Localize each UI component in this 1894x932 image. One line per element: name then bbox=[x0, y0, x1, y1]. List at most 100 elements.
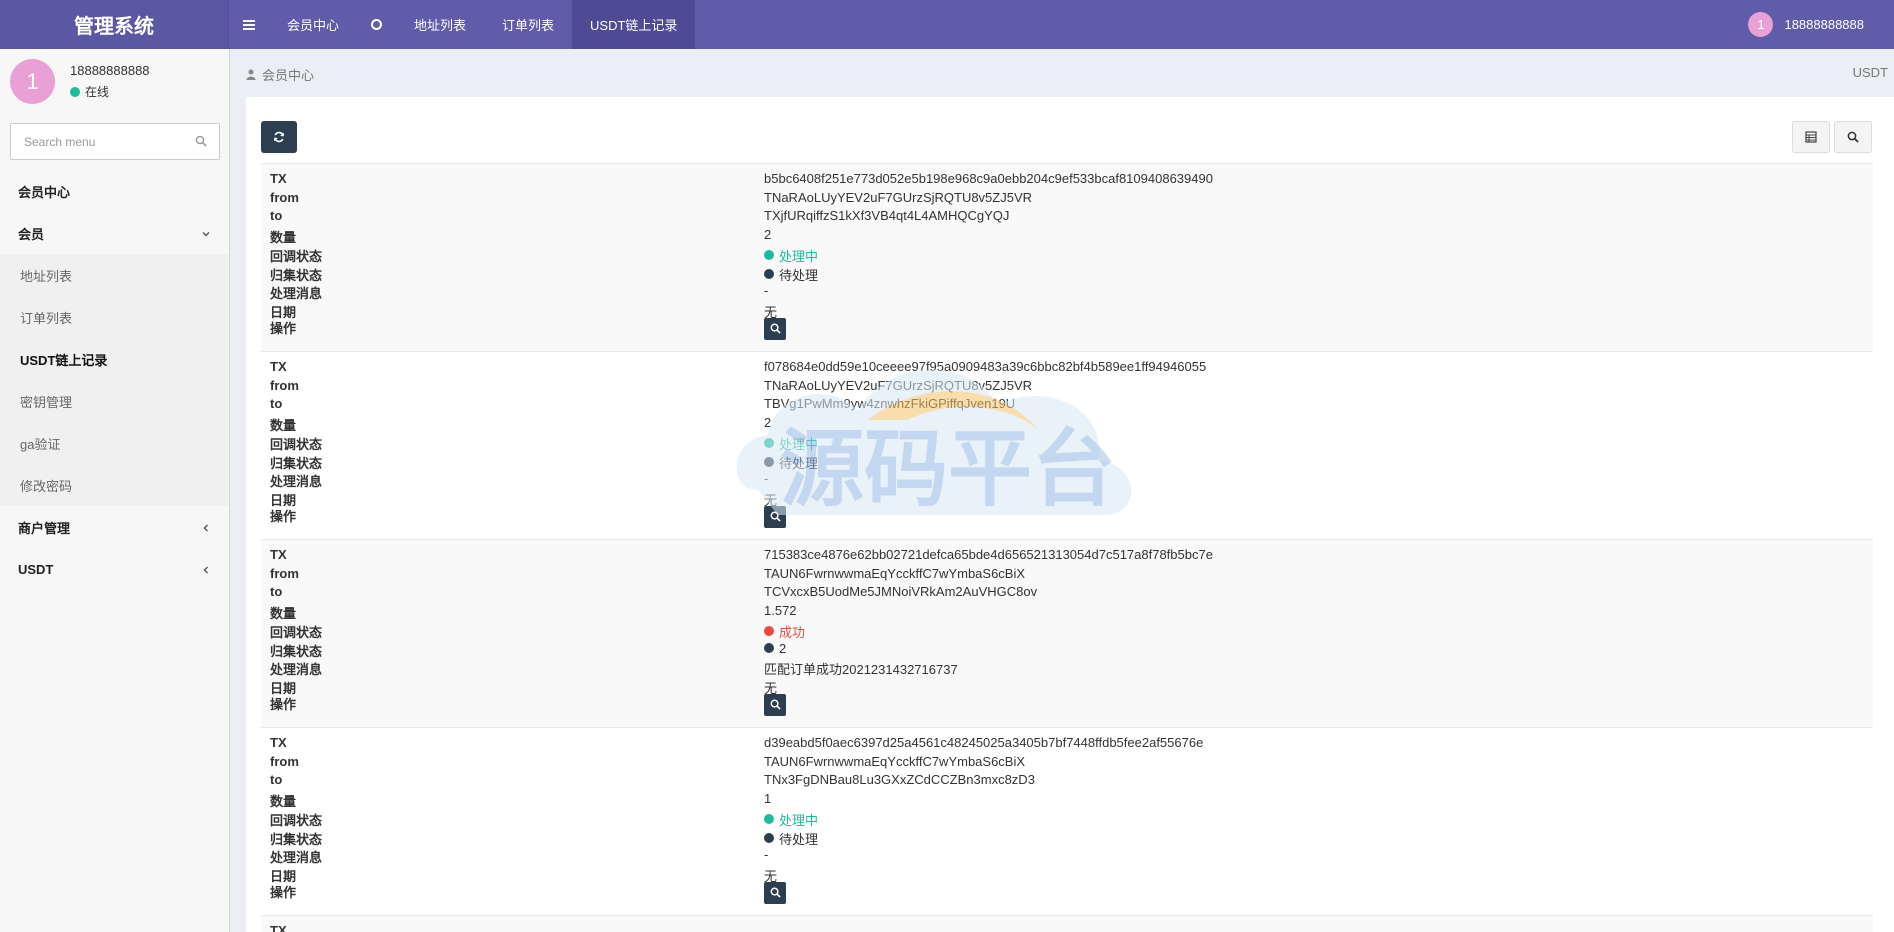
content-header: 会员中心 USDT bbox=[231, 49, 1894, 97]
sidebar-item-change-password[interactable]: 修改密码 bbox=[0, 464, 229, 506]
field-action: 操作 bbox=[261, 504, 1873, 528]
sidebar-item-usdt[interactable]: USDT bbox=[0, 548, 229, 590]
tx-value: f078684e0dd59e10ceeee97f95a0909483a39c6b… bbox=[764, 359, 1207, 374]
amount-value: 1.572 bbox=[764, 603, 797, 619]
nav-tab-order-list[interactable]: 订单列表 bbox=[484, 0, 572, 49]
sidebar-item-member-center[interactable]: 会员中心 bbox=[0, 170, 229, 212]
refresh-button[interactable] bbox=[261, 121, 297, 153]
records-list: TX b5bc6408f251e773d052e5b198e968c9a0ebb2… bbox=[261, 163, 1873, 932]
record-row: TX bbox=[261, 916, 1873, 932]
top-navbar: 管理系统 会员中心 地址列表 订单列表 USDT链上记录 1 188888888… bbox=[0, 0, 1894, 49]
user-panel: 1 18888888888 在线 bbox=[0, 49, 229, 115]
amount-value: 1 bbox=[764, 791, 772, 807]
field-from: from TAUN6FwrnwwmaEqYcckffC7wYmbaS6cBiX bbox=[261, 752, 1873, 771]
from-value: TAUN6FwrnwwmaEqYcckffC7wYmbaS6cBiX bbox=[764, 565, 1026, 581]
status-dot-icon bbox=[764, 438, 774, 449]
sidebar-item-member[interactable]: 会员 bbox=[0, 212, 229, 254]
field-label: 操作 bbox=[270, 696, 297, 712]
to-value: TBVg1PwMm9yw4znwhzFkiGPiffqJven19U bbox=[764, 396, 1016, 412]
menu-icon bbox=[243, 19, 255, 30]
field-callback-status: 回调状态 处理中 bbox=[261, 808, 1873, 828]
field-tx: TX 715383ce4876e62bb02721defca65bde4d6565… bbox=[261, 545, 1873, 564]
sidebar-user-name: 18888888888 bbox=[70, 63, 150, 78]
status-dot-icon bbox=[764, 833, 774, 843]
field-label: from bbox=[270, 565, 299, 581]
circle-tab-button[interactable] bbox=[357, 0, 396, 49]
toggle-view-button[interactable] bbox=[1792, 121, 1830, 153]
view-detail-button[interactable] bbox=[764, 317, 786, 340]
tx-value: d39eabd5f0aec6397d25a4561c48245025a3405b… bbox=[764, 735, 1204, 750]
field-collect-status: 归集状态 2 bbox=[261, 639, 1873, 659]
view-detail-button[interactable] bbox=[764, 505, 786, 528]
sidebar: 1 18888888888 在线 会员中心 会员 地址列表 订单列表 USDT链… bbox=[0, 49, 230, 932]
field-tx: TX b5bc6408f251e773d052e5b198e968c9a0ebb2… bbox=[261, 169, 1873, 188]
field-tx: TX f078684e0dd59e10ceeee97f95a0909483a39c… bbox=[261, 357, 1873, 376]
sidebar-item-ga-verify[interactable]: ga验证 bbox=[0, 422, 229, 464]
message-value: - bbox=[764, 471, 769, 487]
app-title[interactable]: 管理系统 bbox=[0, 0, 229, 49]
field-label: TX bbox=[270, 171, 287, 186]
field-label: to bbox=[270, 208, 283, 224]
search-menu-input[interactable] bbox=[11, 124, 181, 159]
sidebar-item-label: USDT bbox=[18, 561, 54, 577]
field-label: 操作 bbox=[270, 320, 297, 336]
search-toggle-button[interactable] bbox=[1834, 121, 1872, 153]
from-value: TNaRAoLUyYEV2uF7GUrzSjRQTU8v5ZJ5VR bbox=[764, 377, 1033, 393]
nav-tab-address-list[interactable]: 地址列表 bbox=[396, 0, 484, 49]
sidebar-item-address-list[interactable]: 地址列表 bbox=[0, 254, 229, 296]
online-dot-icon bbox=[70, 86, 80, 97]
search-icon[interactable] bbox=[195, 135, 207, 150]
status-text: 2 bbox=[779, 640, 787, 656]
field-to: to TBVg1PwMm9yw4znwhzFkiGPiffqJven19U bbox=[261, 394, 1873, 413]
field-label: 操作 bbox=[270, 884, 297, 900]
online-status: 在线 bbox=[70, 83, 109, 100]
status-dot-icon bbox=[764, 269, 774, 279]
refresh-icon bbox=[274, 131, 284, 143]
sidebar-item-usdt-records[interactable]: USDT链上记录 bbox=[0, 338, 229, 380]
sidebar-item-key-management[interactable]: 密钥管理 bbox=[0, 380, 229, 422]
field-message: 处理消息 - bbox=[261, 281, 1873, 301]
status-dot-icon bbox=[764, 643, 774, 653]
field-tx: TX d39eabd5f0aec6397d25a4561c48245025a340… bbox=[261, 733, 1873, 752]
field-amount: 数量 2 bbox=[261, 413, 1873, 433]
chevron-down-icon bbox=[201, 227, 211, 242]
member-submenu: 地址列表 订单列表 USDT链上记录 密钥管理 ga验证 修改密码 bbox=[0, 254, 229, 506]
sidebar-item-merchant[interactable]: 商户管理 bbox=[0, 506, 229, 548]
circle-icon bbox=[371, 19, 383, 30]
nav-tab-usdt-records[interactable]: USDT链上记录 bbox=[572, 0, 696, 49]
search-icon bbox=[770, 699, 781, 710]
top-user-name: 18888888888 bbox=[1784, 17, 1864, 32]
field-label: to bbox=[270, 772, 283, 788]
breadcrumb-label[interactable]: 会员中心 bbox=[262, 65, 314, 84]
sidebar-item-label: 商户管理 bbox=[18, 520, 71, 536]
field-label: from bbox=[270, 189, 299, 205]
field-action: 操作 bbox=[261, 316, 1873, 340]
field-from: from TNaRAoLUyYEV2uF7GUrzSjRQTU8v5ZJ5VR bbox=[261, 376, 1873, 395]
field-label: from bbox=[270, 753, 299, 769]
user-icon bbox=[246, 69, 256, 80]
field-from: from TAUN6FwrnwwmaEqYcckffC7wYmbaS6cBiX bbox=[261, 564, 1873, 583]
field-label: TX bbox=[270, 359, 287, 374]
field-amount: 数量 2 bbox=[261, 225, 1873, 245]
top-user-menu[interactable]: 1 18888888888 bbox=[1730, 0, 1894, 49]
field-collect-status: 归集状态 待处理 bbox=[261, 827, 1873, 847]
field-action: 操作 bbox=[261, 880, 1873, 904]
field-label: TX bbox=[270, 547, 287, 562]
action-cell bbox=[764, 693, 786, 716]
sidebar-toggle-button[interactable] bbox=[229, 0, 269, 49]
field-amount: 数量 1 bbox=[261, 789, 1873, 809]
field-to: to TNx3FgDNBau8Lu3GXxZCdCCZBn3mxc8zD3 bbox=[261, 770, 1873, 789]
from-value: TAUN6FwrnwwmaEqYcckffC7wYmbaS6cBiX bbox=[764, 753, 1026, 769]
field-to: to TCVxcxB5UodMe5JMNoiVRkAm2AuVHGC8ov bbox=[261, 582, 1873, 601]
view-detail-button[interactable] bbox=[764, 881, 786, 904]
top-nav: 会员中心 地址列表 订单列表 USDT链上记录 bbox=[229, 0, 696, 49]
field-amount: 数量 1.572 bbox=[261, 601, 1873, 621]
to-value: TCVxcxB5UodMe5JMNoiVRkAm2AuVHGC8ov bbox=[764, 584, 1038, 600]
nav-tab-member-center[interactable]: 会员中心 bbox=[269, 0, 357, 49]
view-detail-button[interactable] bbox=[764, 693, 786, 716]
field-label: to bbox=[270, 396, 283, 412]
search-icon bbox=[770, 887, 781, 898]
sidebar-item-order-list[interactable]: 订单列表 bbox=[0, 296, 229, 338]
record-row: TX b5bc6408f251e773d052e5b198e968c9a0ebb2… bbox=[261, 164, 1873, 352]
action-cell bbox=[764, 881, 786, 904]
